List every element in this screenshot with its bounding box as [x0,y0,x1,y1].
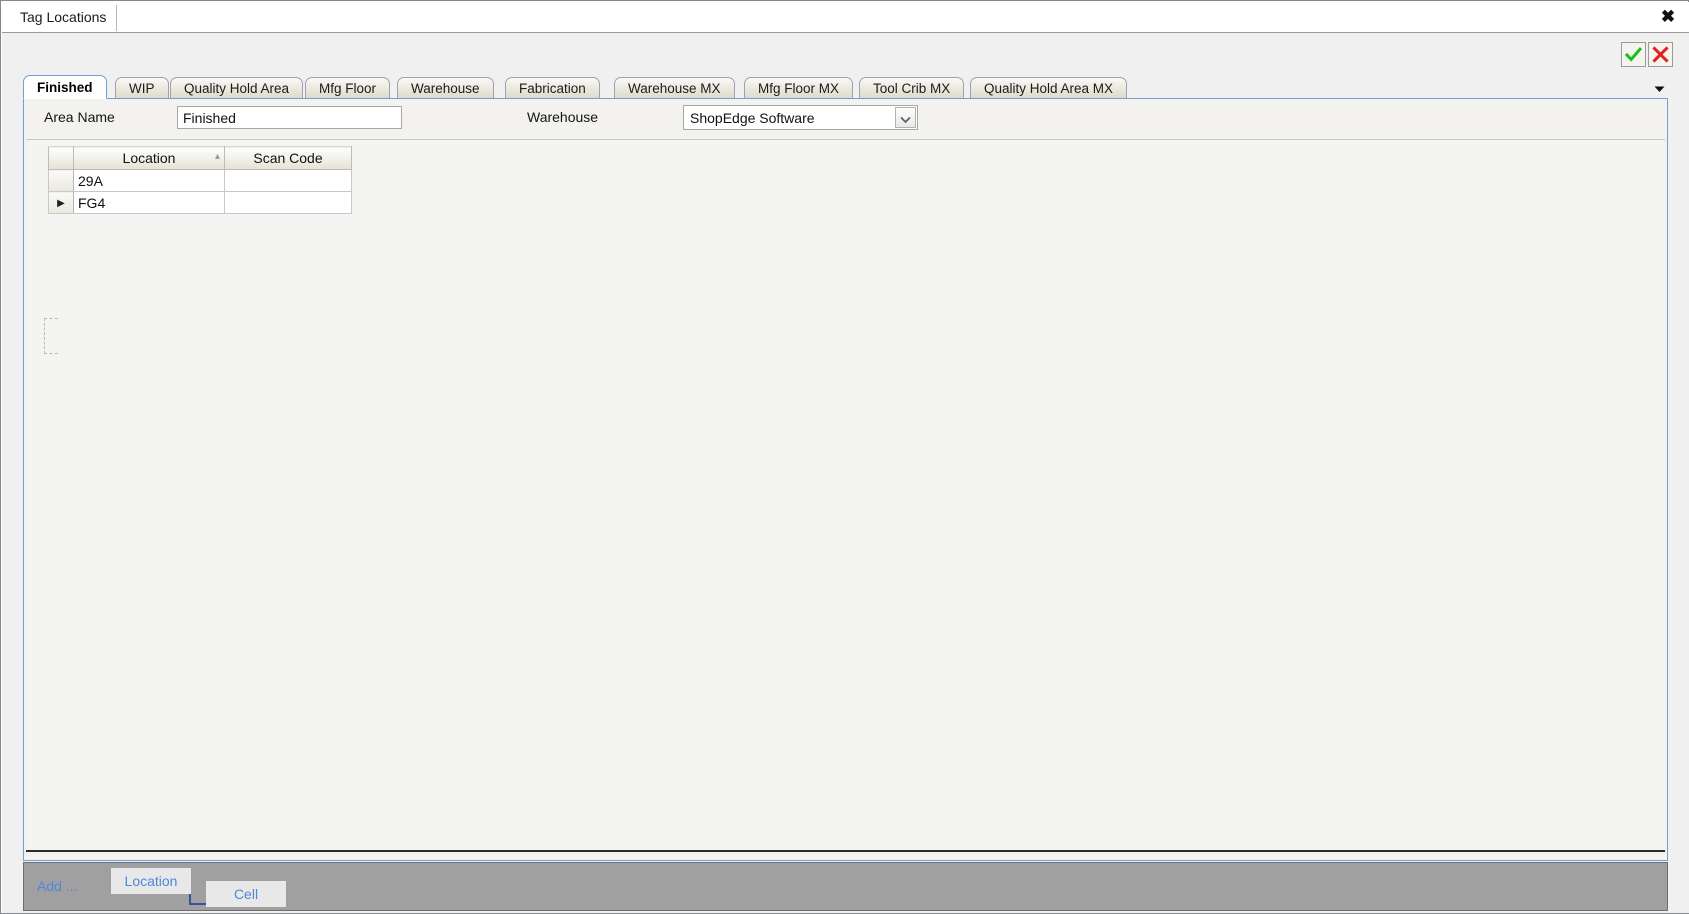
chevron-down-icon [900,110,911,126]
column-header-scan-code-label: Scan Code [253,150,323,166]
cell-location[interactable]: FG4 [73,191,225,214]
table-row[interactable]: 29A [48,169,352,192]
column-header-scan-code[interactable]: Scan Code [224,146,352,170]
sort-ascending-icon: ▴ [214,151,220,162]
page-body: Finished WIP Quality Hold Area Mfg Floor… [2,33,1689,913]
table-row[interactable]: ▶ FG4 [48,191,352,214]
ok-button[interactable] [1621,42,1646,67]
cell-scan-code[interactable] [224,191,352,214]
column-header-location[interactable]: Location ▴ [73,146,225,170]
area-name-label: Area Name [44,109,115,125]
warehouse-dropdown-arrow[interactable] [895,107,916,128]
cell-scan-code[interactable] [224,169,352,192]
tab-finished[interactable]: Finished [23,75,107,99]
row-selector[interactable]: ▶ [48,191,74,214]
locations-grid: Location ▴ Scan Code 29A ▶ FG4 [48,146,352,214]
confirm-bar [1621,42,1673,67]
add-label: Add ... [37,878,78,894]
chevron-down-icon [1654,80,1665,96]
tab-mfg-floor-mx[interactable]: Mfg Floor MX [744,77,854,99]
row-group-marker [44,318,58,354]
cross-icon [1652,46,1669,63]
area-tabstrip: Finished WIP Quality Hold Area Mfg Floor… [23,75,1668,99]
tab-quality-hold-area-mx[interactable]: Quality Hold Area MX [970,77,1128,99]
add-cell-button[interactable]: Cell [206,881,286,907]
row-indicator: ▶ [57,197,65,209]
grid-row-header-corner[interactable] [48,146,74,170]
add-action-bar: Add ... Location Cell [23,862,1668,911]
cancel-button[interactable] [1648,42,1673,67]
locations-grid-area: Location ▴ Scan Code 29A ▶ FG4 [26,139,1665,852]
button-connector-line [189,894,207,905]
tab-overflow-button[interactable] [1650,78,1668,98]
warehouse-combobox[interactable]: ShopEdge Software [683,105,918,130]
window-titlebar: Tag Locations ✖ [2,2,1689,33]
tab-warehouse[interactable]: Warehouse [397,77,494,99]
column-header-location-label: Location [122,150,176,166]
grid-header-row: Location ▴ Scan Code [48,146,352,170]
warehouse-label: Warehouse [527,109,599,125]
cell-location[interactable]: 29A [73,169,225,192]
warehouse-selected-value: ShopEdge Software [690,109,815,126]
area-name-input[interactable] [177,106,402,129]
tab-mfg-floor[interactable]: Mfg Floor [305,77,391,99]
document-tab-tag-locations[interactable]: Tag Locations [12,5,118,31]
tag-locations-window: Tag Locations ✖ Finished WIP Quality Hol… [0,0,1689,914]
row-selector[interactable] [48,169,74,192]
tab-wip[interactable]: WIP [115,77,169,99]
tab-warehouse-mx[interactable]: Warehouse MX [614,77,735,99]
tabpage-finished: Area Name Warehouse ShopEdge Software [23,98,1668,861]
add-location-button[interactable]: Location [111,868,191,894]
tab-fabrication[interactable]: Fabrication [505,77,600,99]
tab-quality-hold-area[interactable]: Quality Hold Area [170,77,304,99]
tab-tool-crib-mx[interactable]: Tool Crib MX [859,77,965,99]
close-icon[interactable]: ✖ [1655,4,1681,30]
check-icon [1625,46,1642,63]
